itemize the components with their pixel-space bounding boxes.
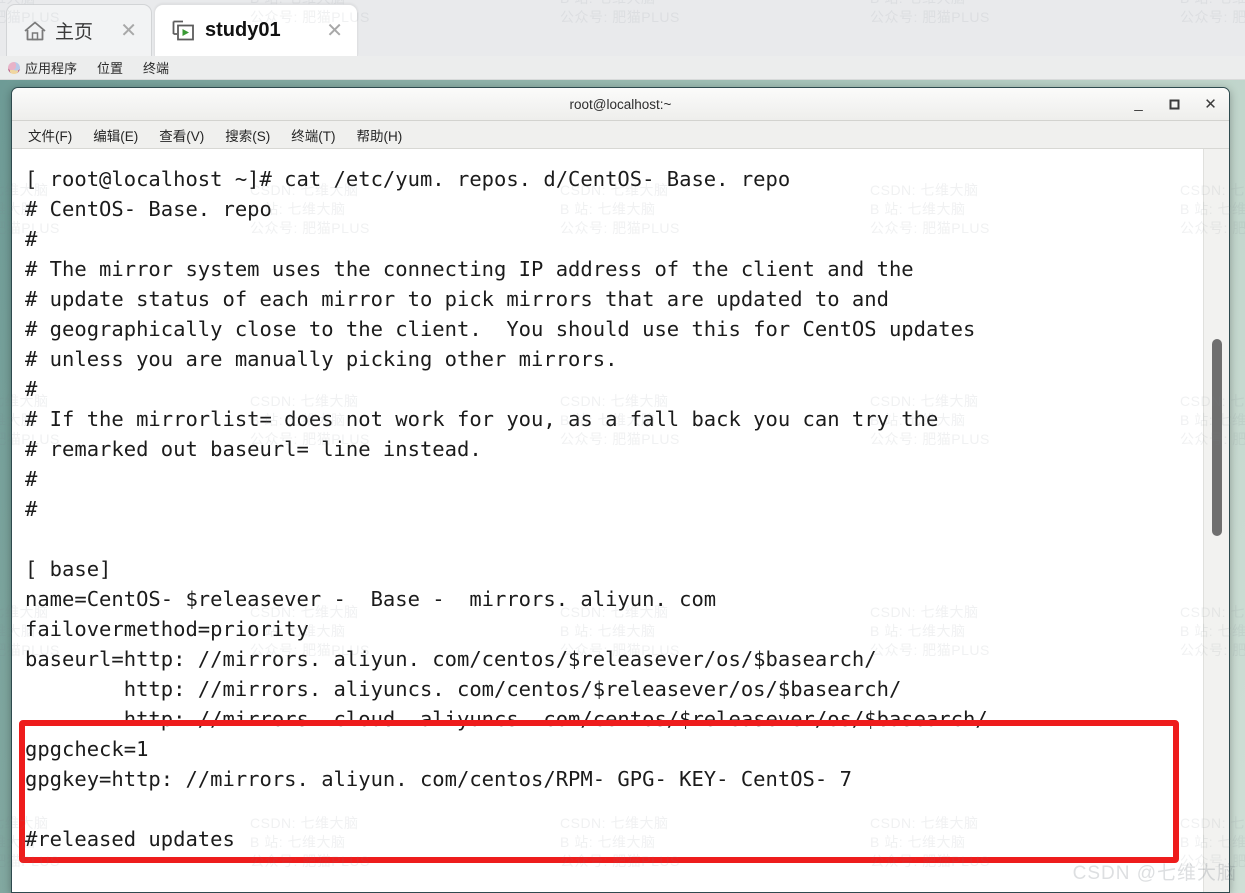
terminal-menubar: 文件(F) 编辑(E) 查看(V) 搜索(S) 终端(T) 帮助(H) <box>12 121 1229 149</box>
terminal-line: # update status of each mirror to pick m… <box>25 287 889 311</box>
terminal-line: baseurl=http: //mirrors. aliyun. com/cen… <box>25 647 877 671</box>
panel-item-places[interactable]: 位置 <box>97 58 123 77</box>
terminal-line: http: //mirrors. aliyuncs. com/centos/$r… <box>25 677 902 701</box>
gnome-top-panel: 应用程序 位置 终端 <box>0 56 1245 80</box>
browser-tab-strip: 主页 ✕ study01 ✕ <box>0 0 1245 56</box>
close-button[interactable]: ✕ <box>1202 96 1219 113</box>
menu-terminal[interactable]: 终端(T) <box>291 125 335 145</box>
minimize-button[interactable]: _ <box>1130 96 1147 113</box>
terminal-line: gpgkey=http: //mirrors. aliyun. com/cent… <box>25 767 852 791</box>
fedora-logo-icon <box>8 61 20 74</box>
terminal-line: gpgcheck=1 <box>25 737 149 761</box>
terminal-line: failovermethod=priority <box>25 617 309 641</box>
terminal-line: # If the mirrorlist= does not work for y… <box>25 407 939 431</box>
window-controls: _ ✕ <box>1130 88 1219 121</box>
panel-item-terminal[interactable]: 终端 <box>143 58 169 77</box>
terminal-window: root@localhost:~ _ ✕ 文件(F) 编辑(E) 查看(V) 搜… <box>11 87 1230 893</box>
panel-item-applications[interactable]: 应用程序 <box>8 58 77 77</box>
terminal-scrollbar[interactable] <box>1203 149 1229 892</box>
tab-home[interactable]: 主页 ✕ <box>6 4 152 56</box>
terminal-line: name=CentOS- $releasever - Base - mirror… <box>25 587 717 611</box>
panel-item-places-label: 位置 <box>97 61 124 76</box>
terminal-output-area[interactable]: [ root@localhost ~]# cat /etc/yum. repos… <box>12 149 1229 892</box>
tab-study01-label: study01 <box>205 19 281 41</box>
menu-view[interactable]: 查看(V) <box>159 125 204 145</box>
window-title: root@localhost:~ <box>569 96 672 112</box>
terminal-line: # geographically close to the client. Yo… <box>25 317 976 341</box>
tab-study01[interactable]: study01 ✕ <box>154 4 358 56</box>
terminal-line: [ root@localhost ~]# cat /etc/yum. repos… <box>25 167 791 191</box>
terminal-line: # <box>25 497 38 521</box>
csdn-corner-watermark: CSDN @七维大脑 <box>1072 863 1237 884</box>
tab-home-label: 主页 <box>55 22 94 43</box>
window-titlebar[interactable]: root@localhost:~ _ ✕ <box>12 88 1229 121</box>
maximize-button[interactable] <box>1166 96 1183 113</box>
terminal-line: # remarked out baseurl= line instead. <box>25 437 482 461</box>
menu-edit[interactable]: 编辑(E) <box>93 125 138 145</box>
terminal-line: # <box>25 227 38 251</box>
terminal-line: http: //mirrors. cloud. aliyuncs. com/ce… <box>25 707 988 731</box>
terminal-session-icon <box>171 19 197 43</box>
screen-root: 主页 ✕ study01 ✕ 应用程序 位置 终端 root@localhost… <box>0 0 1245 893</box>
home-icon <box>23 20 47 42</box>
panel-item-applications-label: 应用程序 <box>25 61 78 76</box>
menu-search[interactable]: 搜索(S) <box>225 125 270 145</box>
terminal-line: # unless you are manually picking other … <box>25 347 618 371</box>
menu-file[interactable]: 文件(F) <box>28 125 72 145</box>
terminal-line: # <box>25 377 38 401</box>
terminal-line: # The mirror system uses the connecting … <box>25 257 914 281</box>
terminal-line: # <box>25 467 38 491</box>
terminal-line: # CentOS- Base. repo <box>25 197 272 221</box>
menu-help[interactable]: 帮助(H) <box>357 125 403 145</box>
terminal-line: [ base] <box>25 557 112 581</box>
tab-study01-close-icon[interactable]: ✕ <box>326 21 343 41</box>
tab-home-close-icon[interactable]: ✕ <box>120 21 137 41</box>
terminal-line: #released updates <box>25 827 235 851</box>
panel-item-terminal-label: 终端 <box>143 61 170 76</box>
terminal-text: [ root@localhost ~]# cat /etc/yum. repos… <box>25 164 1201 854</box>
scrollbar-thumb[interactable] <box>1212 339 1222 536</box>
